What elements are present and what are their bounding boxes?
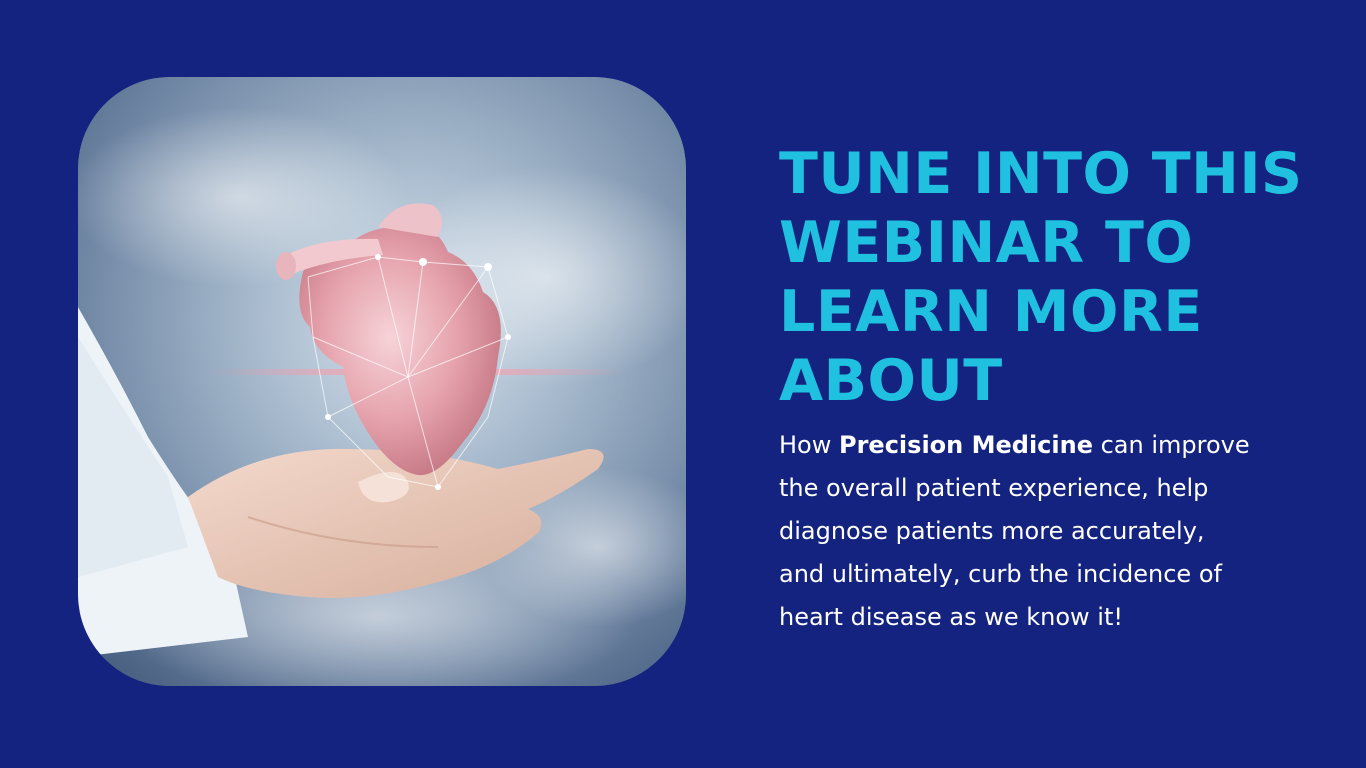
headline-line-1: TUNE INTO THIS [779,141,1303,207]
heart-illustration [78,77,686,686]
hand-holding-heart-image [78,77,686,686]
headline-line-3: LEARN MORE [779,279,1203,345]
description-line-1: How Precision Medicine can improve [779,424,1319,467]
webinar-slide: TUNE INTO THIS WEBINAR TO LEARN MORE ABO… [0,0,1366,768]
precision-medicine-emphasis: Precision Medicine [839,431,1093,459]
headline-line-4: ABOUT [779,348,1003,414]
headline-line-2: WEBINAR TO [779,210,1194,276]
description-line-3: diagnose patients more accurately, [779,517,1205,545]
description-line-2: the overall patient experience, help [779,474,1209,502]
headline: TUNE INTO THIS WEBINAR TO LEARN MORE ABO… [779,140,1339,416]
description-suffix: can improve [1092,431,1250,459]
description-line-5: heart disease as we know it! [779,603,1123,631]
description: How Precision Medicine can improve the o… [779,424,1319,639]
description-prefix: How [779,431,839,459]
description-line-4: and ultimately, curb the incidence of [779,560,1222,588]
